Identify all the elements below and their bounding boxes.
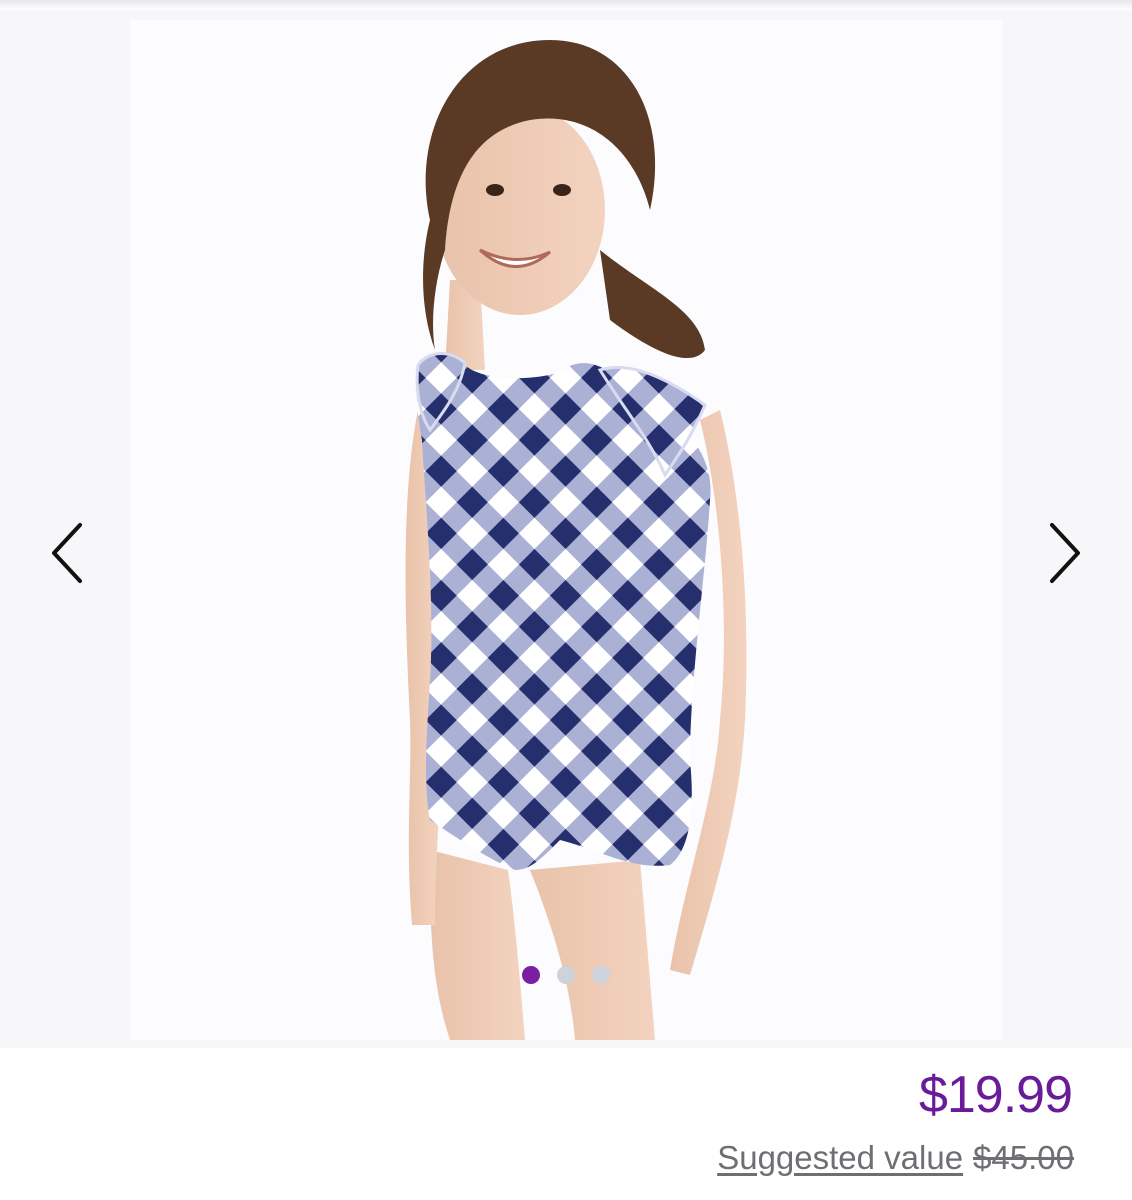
suggested-value-link[interactable]: Suggested value: [717, 1139, 963, 1176]
product-image: [130, 20, 1002, 1040]
header-shadow: [0, 0, 1132, 10]
carousel-dot-2[interactable]: [557, 966, 575, 984]
carousel-dot-1[interactable]: [522, 966, 540, 984]
carousel-pagination: [0, 966, 1132, 984]
previous-slide-button[interactable]: [40, 515, 96, 591]
product-page: $19.99 Suggested value $45.00: [0, 0, 1132, 1200]
image-carousel[interactable]: [0, 10, 1132, 1048]
sale-price: $19.99: [918, 1066, 1073, 1124]
carousel-dot-3[interactable]: [592, 966, 610, 984]
chevron-left-icon: [52, 523, 82, 583]
next-slide-button[interactable]: [1036, 515, 1092, 591]
chevron-right-icon: [1050, 523, 1080, 583]
original-price: $45.00: [973, 1139, 1074, 1176]
suggested-value-row: Suggested value $45.00: [717, 1136, 1074, 1180]
